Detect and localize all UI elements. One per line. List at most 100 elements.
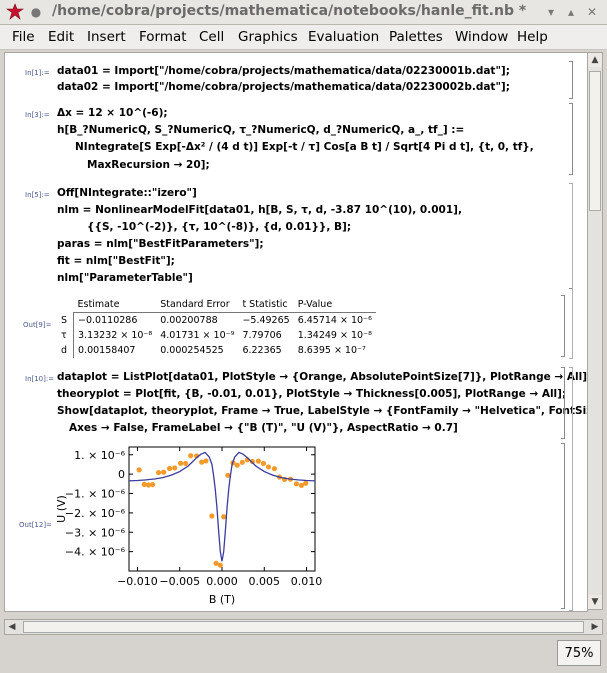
table-cell: −0.0110286 — [78, 315, 138, 326]
input-label: In[10]:= — [25, 375, 55, 383]
input-line[interactable]: Off[NIntegrate::"izero"] — [57, 187, 197, 199]
data-point — [166, 465, 173, 472]
parameter-table: Estimate Standard Error t Statistic P-Va… — [57, 297, 376, 358]
menu-insert[interactable]: Insert — [87, 29, 126, 45]
input-line[interactable]: NIntegrate[S Exp[-Δx² / (4 d t)] Exp[-t … — [75, 141, 534, 153]
y-tick-label: −1. × 10⁻⁶ — [65, 488, 126, 501]
cell-bracket[interactable] — [561, 367, 565, 439]
menu-help[interactable]: Help — [517, 29, 548, 45]
table-header-cell — [57, 297, 74, 313]
y-axis-label: U (V) — [55, 495, 68, 523]
input-label: In[5]:= — [25, 191, 50, 199]
input-line[interactable]: Δx = 12 × 10^(-6); — [57, 107, 168, 119]
group-bracket[interactable] — [569, 183, 573, 359]
x-tick-label: −0.010 — [117, 575, 158, 588]
table-cell: 0.00158407 — [78, 345, 136, 356]
minimize-button[interactable]: ▾ — [543, 4, 559, 20]
table-row: S −0.0110286 0.00200788 −5.49265 6.45714… — [57, 312, 376, 328]
menu-file[interactable]: File — [12, 29, 35, 45]
menu-palettes[interactable]: Palettes — [389, 29, 443, 45]
table-cell: 6.45714 × 10⁻⁶ — [297, 315, 372, 326]
cell-bracket[interactable] — [561, 295, 565, 357]
cell-bracket[interactable] — [561, 443, 565, 609]
output-label: Out[12]= — [19, 521, 52, 529]
input-line[interactable]: Axes → False, FrameLabel → {"B (T)", "U … — [69, 422, 458, 434]
close-button[interactable]: ✕ — [584, 4, 600, 20]
table-header-cell: P-Value — [293, 297, 376, 313]
scroll-down-icon[interactable]: ▼ — [588, 595, 602, 609]
horizontal-scroll-thumb[interactable] — [23, 621, 584, 633]
fit-curve — [128, 451, 316, 562]
status-bar — [0, 636, 607, 673]
data-point — [265, 464, 272, 470]
input-line[interactable]: nlm["ParameterTable"] — [57, 272, 193, 284]
data-point — [293, 481, 299, 487]
input-line[interactable]: data02 = Import["/home/cobra/projects/ma… — [57, 81, 510, 93]
window-title: /home/cobra/projects/mathematica/noteboo… — [52, 3, 527, 19]
x-axis-label: B (T) — [209, 593, 235, 606]
input-label: In[1]:= — [25, 69, 50, 77]
table-header-cell: Estimate — [73, 297, 157, 313]
data-point — [271, 466, 278, 472]
data-point — [303, 480, 309, 486]
menu-format[interactable]: Format — [139, 29, 187, 45]
menu-bar: File Edit Insert Format Cell Graphics Ev… — [0, 25, 607, 50]
input-line[interactable]: data01 = Import["/home/cobra/projects/ma… — [57, 65, 510, 77]
table-row: d 0.00158407 0.000254525 6.22365 8.6395 … — [57, 343, 376, 358]
zoom-control[interactable]: 75% — [557, 640, 601, 666]
cell-bracket[interactable] — [569, 103, 573, 175]
maximize-button[interactable]: ▴ — [563, 4, 579, 20]
input-line[interactable]: Show[dataplot, theoryplot, Frame → True,… — [57, 405, 587, 417]
data-point — [234, 462, 240, 468]
vertical-scrollbar[interactable]: ▲ ▼ — [587, 52, 603, 610]
scroll-up-icon[interactable]: ▲ — [588, 53, 602, 67]
input-line[interactable]: paras = nlm["BestFitParameters"]; — [57, 238, 264, 250]
input-line[interactable]: dataplot = ListPlot[data01, PlotStyle → … — [57, 371, 587, 383]
vertical-scroll-thumb[interactable] — [589, 71, 601, 211]
table-cell: d — [57, 343, 75, 358]
data-point — [172, 465, 178, 471]
input-line[interactable]: MaxRecursion → 20]; — [87, 159, 210, 171]
scroll-left-icon[interactable]: ◀ — [5, 620, 19, 634]
data-point — [188, 453, 194, 459]
menu-evaluation[interactable]: Evaluation — [308, 29, 379, 45]
plot-frame — [128, 446, 316, 572]
data-point — [221, 514, 227, 520]
y-tick-label: −3. × 10⁻⁶ — [65, 526, 126, 539]
input-line[interactable]: {{S, -10^(-2)}, {τ, 10^(-8)}, {d, 0.01}}… — [87, 221, 351, 233]
data-point — [209, 513, 215, 519]
menu-window[interactable]: Window — [455, 29, 508, 45]
data-point — [177, 460, 184, 466]
notebook-area[interactable]: In[1]:= data01 = Import["/home/cobra/pro… — [4, 52, 588, 612]
data-point — [161, 469, 167, 475]
menu-edit[interactable]: Edit — [48, 29, 74, 45]
output-label: Out[9]= — [23, 321, 52, 329]
table-cell: S — [57, 312, 75, 328]
fit-plot: −0.010 −0.005 0.000 0.005 0.010 1. × 10⁻⁶ 0 −1.… — [55, 446, 322, 606]
group-bracket[interactable] — [569, 367, 573, 611]
input-label: In[3]:= — [25, 111, 50, 119]
input-line[interactable]: theoryplot = Plot[fit, {B, -0.01, 0.01},… — [57, 388, 566, 400]
table-header-row: Estimate Standard Error t Statistic P-Va… — [57, 297, 376, 313]
table-cell: −5.49265 — [242, 315, 290, 326]
menu-graphics[interactable]: Graphics — [238, 29, 298, 45]
window-menu-icon[interactable]: ● — [28, 4, 44, 20]
x-tick-label: 0.000 — [206, 575, 238, 588]
scroll-right-icon[interactable]: ▶ — [588, 620, 602, 634]
x-tick-label: 0.005 — [249, 575, 280, 588]
menu-cell[interactable]: Cell — [199, 29, 224, 45]
table-header-cell: Standard Error — [156, 297, 239, 313]
data-point — [150, 481, 156, 488]
horizontal-scrollbar[interactable]: ◀ ▶ — [4, 619, 603, 635]
input-line[interactable]: fit = nlm["BestFit"]; — [57, 255, 175, 267]
y-tick-label: 1. × 10⁻⁶ — [74, 449, 126, 462]
input-line[interactable]: h[B_?NumericQ, S_?NumericQ, τ_?NumericQ,… — [57, 124, 464, 136]
table-header-cell: t Statistic — [238, 297, 294, 313]
title-bar: ● /home/cobra/projects/mathematica/noteb… — [0, 0, 607, 25]
cell-bracket[interactable] — [569, 61, 573, 99]
y-tick-label: 0 — [118, 468, 125, 481]
table-cell: 0.000254525 — [160, 345, 224, 356]
table-cell: τ — [57, 328, 75, 343]
input-line[interactable]: nlm = NonlinearModelFit[data01, h[B, S, … — [57, 204, 462, 216]
table-row: τ 3.13232 × 10⁻⁸ 4.01731 × 10⁻⁹ 7.79706 … — [57, 328, 376, 343]
